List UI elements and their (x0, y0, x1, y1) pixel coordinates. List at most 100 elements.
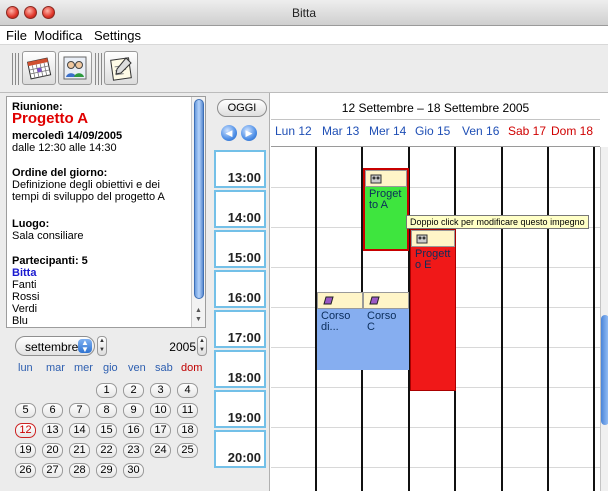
day-header-thu[interactable]: Gio 15 (415, 124, 450, 138)
mini-calendar-day[interactable]: 26 (15, 463, 36, 478)
agenda-text: tempi di sviluppo del progetto A (12, 191, 165, 203)
mini-calendar-day[interactable]: 17 (150, 423, 171, 438)
header-divider (271, 119, 600, 120)
sidebar: Riunione: Progetto A mercoledì 14/09/200… (0, 93, 210, 491)
event-label: Proget to A (369, 188, 402, 211)
hour-gridline (271, 187, 600, 188)
mini-calendar-day[interactable]: 16 (123, 423, 144, 438)
hour-gridline (271, 467, 600, 468)
toolbar (0, 45, 608, 93)
details-scroll-thumb[interactable] (194, 99, 204, 299)
event-corso-di[interactable]: Corso di... (317, 292, 363, 370)
week-grid-scroll-thumb[interactable] (601, 315, 608, 425)
weekday-label: sab (155, 362, 173, 374)
event-body: Progett o E (411, 247, 455, 390)
hour-label: 19:00 (227, 410, 261, 425)
event-header (411, 230, 455, 247)
contacts-button[interactable] (58, 51, 92, 85)
mini-calendar-day[interactable]: 20 (42, 443, 63, 458)
mini-calendar-day[interactable]: 9 (123, 403, 144, 418)
mini-calendar-day[interactable]: 1 (96, 383, 117, 398)
mini-calendar-day[interactable]: 21 (69, 443, 90, 458)
hour-gridline (271, 427, 600, 428)
mini-calendar-day[interactable]: 15 (96, 423, 117, 438)
month-select-value: settembre (25, 340, 79, 354)
event-progetto-e[interactable]: Progett o E (410, 229, 456, 391)
menu-file[interactable]: File (6, 28, 27, 43)
agenda-label: Ordine del giorno: (12, 167, 108, 179)
year-stepper[interactable]: ▲ ▼ (197, 336, 207, 356)
week-header: 12 Settembre – 18 Settembre 2005 Lun 12 … (271, 93, 600, 147)
mini-calendar-day[interactable]: 24 (150, 443, 171, 458)
mini-calendar-day[interactable]: 3 (150, 383, 171, 398)
calendar-view-button[interactable] (22, 51, 56, 85)
menu-modifica[interactable]: Modifica (34, 28, 82, 43)
day-header-fri[interactable]: Ven 16 (462, 124, 499, 138)
agenda-text: Definizione degli obiettivi e dei (12, 179, 160, 191)
month-select[interactable]: settembre ▲ ▼ (15, 336, 95, 356)
mini-calendar-day[interactable]: 14 (69, 423, 90, 438)
mini-calendar-day[interactable]: 11 (177, 403, 198, 418)
mini-calendar-day[interactable]: 10 (150, 403, 171, 418)
mini-calendar-day[interactable]: 18 (177, 423, 198, 438)
mini-calendar-day[interactable]: 27 (42, 463, 63, 478)
mini-calendar-day[interactable]: 23 (123, 443, 144, 458)
scroll-up-arrow-icon[interactable]: ▲ (195, 307, 202, 314)
calendar-icon (26, 57, 52, 80)
next-week-button[interactable]: ▶ (241, 125, 257, 141)
mini-calendar-day[interactable]: 7 (69, 403, 90, 418)
previous-week-button[interactable]: ◀ (221, 125, 237, 141)
meeting-icon (370, 174, 382, 184)
mini-calendar-day[interactable]: 8 (96, 403, 117, 418)
mini-calendar-day[interactable]: 13 (42, 423, 63, 438)
event-header (363, 292, 409, 309)
window-title: Bitta (291, 6, 316, 20)
mini-calendar-day[interactable]: 30 (123, 463, 144, 478)
participant-item: Bitta (12, 267, 37, 279)
day-header-sat[interactable]: Sab 17 (508, 124, 546, 138)
day-header-mon[interactable]: Lun 12 (275, 124, 312, 138)
participant-item: Verdi (12, 303, 38, 315)
hour-slot: 20:00 (214, 430, 266, 468)
hour-slot: 19:00 (214, 390, 266, 428)
event-header (317, 292, 363, 309)
mini-calendar-day[interactable]: 4 (177, 383, 198, 398)
meeting-icon (416, 234, 428, 244)
mini-calendar-day[interactable]: 28 (69, 463, 90, 478)
hour-label: 15:00 (227, 250, 261, 265)
arrow-left-icon: ◀ (225, 128, 233, 138)
appointment-details: Riunione: Progetto A mercoledì 14/09/200… (6, 96, 206, 328)
day-header-tue[interactable]: Mar 13 (322, 124, 359, 138)
day-header-sun[interactable]: Dom 18 (551, 124, 593, 138)
mini-calendar-day[interactable]: 5 (15, 403, 36, 418)
mini-calendar-day[interactable]: 12 (15, 423, 36, 438)
week-grid[interactable]: Proget to A Progett o E Corso di... Cors… (271, 147, 600, 491)
month-stepper[interactable]: ▲ ▼ (97, 336, 107, 356)
participant-item: Rossi (12, 291, 40, 303)
event-body: Corso C (363, 309, 409, 370)
mini-calendar-day[interactable]: 22 (96, 443, 117, 458)
event-label: Corso C (367, 310, 397, 333)
notes-button[interactable] (104, 51, 138, 85)
details-scrollbar[interactable]: ▲ ▼ (191, 97, 205, 327)
scroll-down-arrow-icon[interactable]: ▼ (195, 316, 202, 323)
arrow-right-icon: ▶ (245, 128, 253, 138)
today-button[interactable]: OGGI (217, 99, 267, 117)
week-grid-scrollbar[interactable] (600, 147, 608, 491)
mini-calendar-day[interactable]: 19 (15, 443, 36, 458)
event-progetto-a[interactable]: Proget to A (363, 168, 409, 251)
event-label: Corso di... (321, 310, 351, 333)
day-header-wed[interactable]: Mer 14 (369, 124, 406, 138)
mini-calendar-day[interactable]: 29 (96, 463, 117, 478)
mini-calendar-day[interactable]: 2 (123, 383, 144, 398)
day-divider (547, 147, 549, 491)
menu-settings[interactable]: Settings (94, 28, 141, 43)
mini-calendar-day[interactable]: 6 (42, 403, 63, 418)
weekday-label: dom (181, 362, 203, 374)
event-corso-c[interactable]: Corso C (363, 292, 409, 370)
hour-slot: 16:00 (214, 270, 266, 308)
hour-slot: 13:00 (214, 150, 266, 188)
mini-calendar-day[interactable]: 25 (177, 443, 198, 458)
weekday-label: gio (103, 362, 118, 374)
course-icon (323, 296, 334, 305)
